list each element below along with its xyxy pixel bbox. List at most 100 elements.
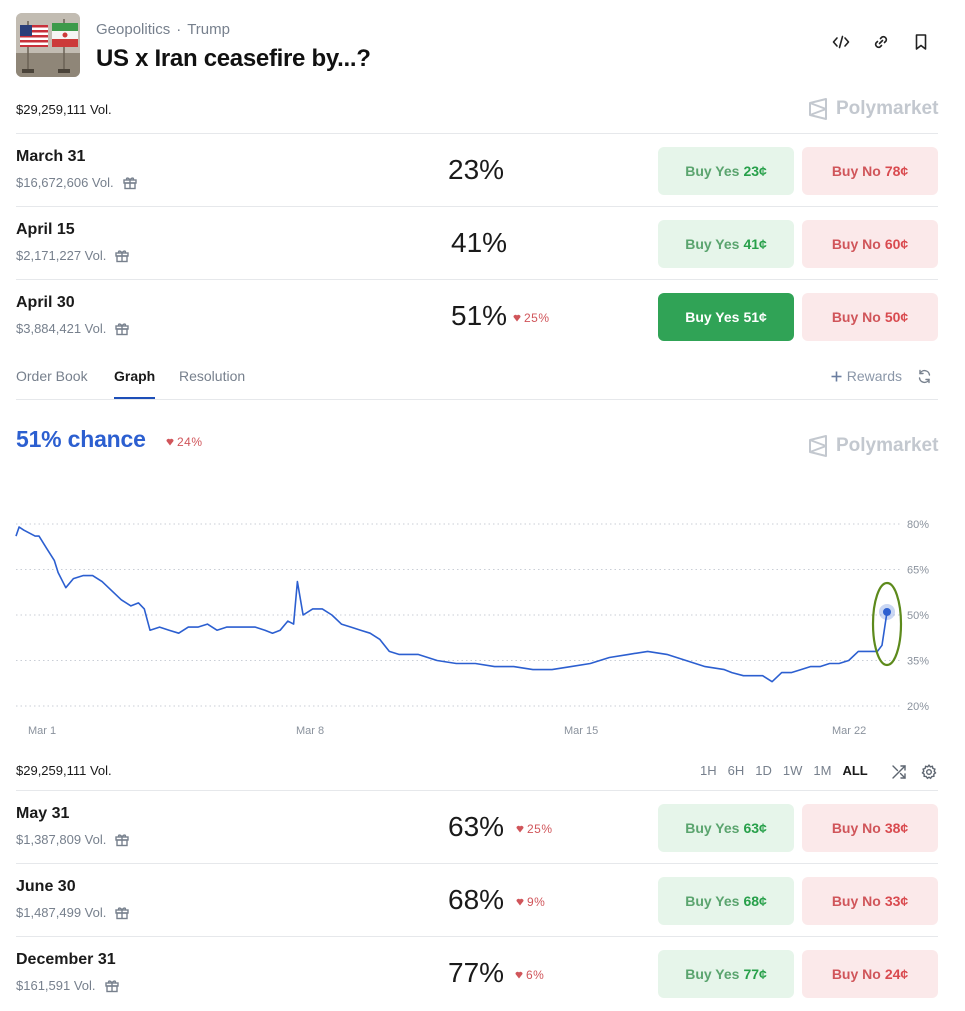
change-badge: 25% xyxy=(516,822,553,836)
market-row[interactable]: December 31 $161,591 Vol. 77% 6% Buy Yes… xyxy=(16,937,938,1010)
x-tick-label: Mar 22 xyxy=(832,725,866,737)
buy-no-button[interactable]: Buy No 60¢ xyxy=(802,220,938,268)
market-date: May 31 xyxy=(16,805,70,822)
link-icon[interactable] xyxy=(872,33,890,51)
market-volume-text: $2,171,227 Vol. xyxy=(16,247,107,263)
market-row[interactable]: June 30 $1,487,499 Vol. 68% 9% Buy Yes 68… xyxy=(16,864,938,937)
probability-chart[interactable]: 80% 65% 50% 35% 20% Mar 1 Mar 8 Mar 15 Mar 22 xyxy=(0,500,965,745)
x-tick-label: Mar 15 xyxy=(564,725,598,737)
y-tick-label: 20% xyxy=(907,701,929,713)
buy-no-price: 38¢ xyxy=(884,820,909,836)
market-volume: $1,487,499 Vol. xyxy=(16,904,130,920)
gift-icon xyxy=(122,177,137,190)
plus-icon xyxy=(831,371,842,381)
market-volume: $2,171,227 Vol. xyxy=(16,247,130,263)
range-1m[interactable]: 1M xyxy=(813,763,831,778)
x-axis-labels: Mar 1 Mar 8 Mar 15 Mar 22 xyxy=(28,725,866,737)
market-thumbnail xyxy=(16,13,80,77)
y-tick-label: 65% xyxy=(907,565,929,577)
market-header: Geopolitics · Trump US x Iran ceasefire by… xyxy=(16,13,946,77)
buy-yes-price: 68¢ xyxy=(743,893,767,909)
buy-no-label: Buy No xyxy=(831,236,881,252)
market-volume: $3,884,421 Vol. xyxy=(16,320,130,336)
market-row[interactable]: April 30 $3,884,421 Vol. 51% 25% Buy Yes… xyxy=(16,280,938,353)
buy-yes-button[interactable]: Buy Yes 63¢ xyxy=(658,804,794,852)
divider xyxy=(16,399,938,400)
range-1w[interactable]: 1W xyxy=(783,763,803,778)
market-row[interactable]: May 31 $1,387,809 Vol. 63% 25% Buy Yes 63… xyxy=(16,791,938,864)
buy-yes-button[interactable]: Buy Yes 68¢ xyxy=(658,877,794,925)
chance-change-badge: 24% xyxy=(166,435,203,449)
market-date: June 30 xyxy=(16,878,76,895)
buy-yes-label: Buy Yes xyxy=(685,893,740,909)
buy-yes-price: 23¢ xyxy=(743,163,767,179)
buy-yes-button[interactable]: Buy Yes 51¢ xyxy=(658,293,794,341)
embed-code-icon[interactable] xyxy=(832,33,850,51)
breadcrumb-subcategory[interactable]: Trump xyxy=(187,21,230,38)
change-badge: 25% xyxy=(513,311,550,325)
down-caret-icon xyxy=(513,314,521,322)
range-6h[interactable]: 6H xyxy=(728,763,745,778)
market-percent: 77% xyxy=(448,957,505,988)
current-point-marker[interactable] xyxy=(883,607,891,616)
polymarket-logo-icon xyxy=(809,435,827,457)
buy-no-button[interactable]: Buy No 38¢ xyxy=(802,804,938,852)
buy-no-price: 60¢ xyxy=(884,236,909,252)
series-line xyxy=(15,526,888,683)
gift-icon xyxy=(115,250,130,263)
market-date: April 30 xyxy=(16,294,75,311)
market-row[interactable]: April 15 $2,171,227 Vol. 41% Buy Yes 41¢ … xyxy=(16,207,938,280)
buy-yes-price: 77¢ xyxy=(743,966,767,982)
bookmark-icon[interactable] xyxy=(912,33,930,51)
buy-yes-button[interactable]: Buy Yes 23¢ xyxy=(658,147,794,195)
change-value: 6% xyxy=(526,968,545,982)
market-date: December 31 xyxy=(16,951,116,968)
y-tick-label: 35% xyxy=(907,656,929,668)
polymarket-logo: Polymarket xyxy=(808,97,938,121)
buy-yes-button[interactable]: Buy Yes 77¢ xyxy=(658,950,794,998)
buy-yes-price: 51¢ xyxy=(743,309,767,325)
tab-order-book[interactable]: Order Book xyxy=(16,368,88,384)
market-volume-text: $1,487,499 Vol. xyxy=(16,904,107,920)
buy-no-button[interactable]: Buy No 24¢ xyxy=(802,950,938,998)
tab-resolution[interactable]: Resolution xyxy=(179,368,245,384)
change-badge: 9% xyxy=(516,895,545,909)
market-volume: $161,591 Vol. xyxy=(16,977,120,993)
buy-no-button[interactable]: Buy No 50¢ xyxy=(802,293,938,341)
tab-graph[interactable]: Graph xyxy=(114,368,155,384)
buy-no-price: 33¢ xyxy=(884,893,909,909)
market-date: April 15 xyxy=(16,221,75,238)
market-volume-text: $1,387,809 Vol. xyxy=(16,831,107,847)
breadcrumb-category[interactable]: Geopolitics xyxy=(96,21,170,38)
range-all[interactable]: ALL xyxy=(842,763,867,778)
down-caret-icon xyxy=(166,438,174,446)
buy-no-button[interactable]: Buy No 78¢ xyxy=(802,147,938,195)
page-title: US x Iran ceasefire by...? xyxy=(96,45,371,72)
buy-yes-button[interactable]: Buy Yes 41¢ xyxy=(658,220,794,268)
breadcrumb-separator: · xyxy=(176,21,182,38)
x-tick-label: Mar 1 xyxy=(28,725,56,737)
buy-no-price: 50¢ xyxy=(884,309,909,325)
buy-yes-label: Buy Yes xyxy=(685,163,740,179)
buy-yes-price: 41¢ xyxy=(743,236,767,252)
market-row[interactable]: March 31 $16,672,606 Vol. 23% Buy Yes 23¢… xyxy=(16,134,938,207)
rewards-button[interactable]: Rewards xyxy=(831,368,902,384)
refresh-icon[interactable] xyxy=(917,369,932,389)
range-1h[interactable]: 1H xyxy=(700,763,717,778)
range-1d[interactable]: 1D xyxy=(755,763,772,778)
polymarket-watermark: Polymarket xyxy=(808,434,938,458)
market-percent: 23% xyxy=(448,154,505,185)
buy-yes-label: Buy Yes xyxy=(685,966,740,982)
down-caret-icon xyxy=(516,898,524,906)
chart-total-volume: $29,259,111 Vol. xyxy=(16,763,112,778)
buy-no-price: 78¢ xyxy=(884,163,909,179)
down-caret-icon xyxy=(516,825,524,833)
settings-gear-icon[interactable] xyxy=(921,764,937,785)
buy-no-button[interactable]: Buy No 33¢ xyxy=(802,877,938,925)
y-axis-labels: 80% 65% 50% 35% 20% xyxy=(907,519,929,713)
shuffle-icon[interactable] xyxy=(891,764,907,785)
market-percent: 51% xyxy=(451,300,508,331)
chance-value: 51% chance xyxy=(16,426,146,452)
buy-no-label: Buy No xyxy=(831,163,881,179)
chart-controls xyxy=(891,764,937,785)
